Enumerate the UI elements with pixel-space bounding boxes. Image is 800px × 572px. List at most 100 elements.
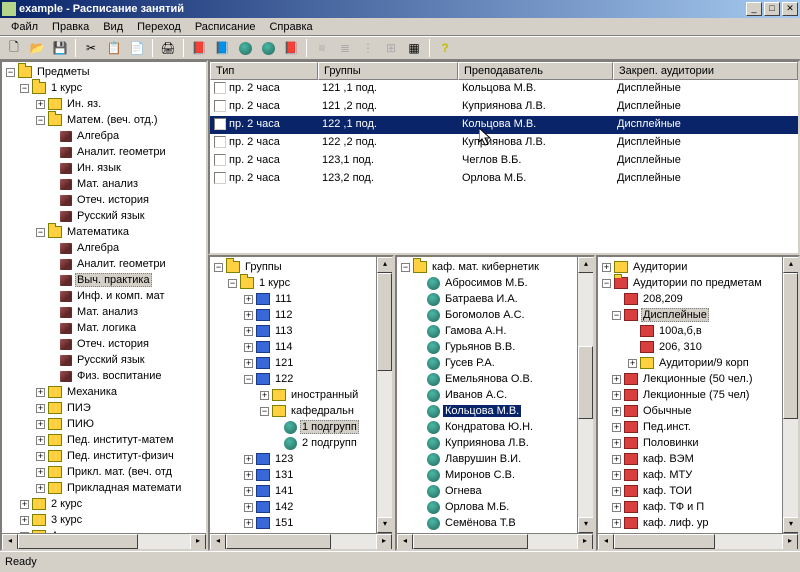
tree-item[interactable]: Механика <box>65 386 119 398</box>
tree-item[interactable]: Огнева <box>399 483 575 499</box>
head1-icon[interactable] <box>235 38 255 58</box>
tree-item[interactable]: Аудитории/9 корп <box>657 357 751 369</box>
checkbox-icon[interactable] <box>214 154 226 166</box>
help-button[interactable]: ? <box>435 38 455 58</box>
tree-item-label[interactable]: каф. ТОИ <box>641 485 694 497</box>
scroll-left[interactable]: ◂ <box>2 534 18 550</box>
tree-item[interactable]: 206, 310 <box>657 341 704 353</box>
tree-item[interactable]: Богомолов А.С. <box>399 307 575 323</box>
checkbox-icon[interactable] <box>214 136 226 148</box>
tree-item[interactable]: Алгебра <box>75 242 121 254</box>
tree-item[interactable]: Русский язык <box>75 354 147 366</box>
checkbox-icon[interactable] <box>214 118 226 130</box>
tree-item-label[interactable]: Лекционные (75 чел) <box>641 389 751 401</box>
tree-item[interactable]: Аудитории по предметам <box>631 277 764 289</box>
tree-item[interactable]: Мат. анализ <box>75 306 140 318</box>
teachers-tree[interactable]: −каф. мат. кибернетик Абросимов М.Б.Батр… <box>397 257 577 533</box>
menu-edit[interactable]: Правка <box>45 19 96 35</box>
checkbox-icon[interactable] <box>214 82 226 94</box>
tree-item-selected[interactable]: 1 подгрупп <box>300 420 359 434</box>
tree-item[interactable]: Иванов А.С. <box>399 387 575 403</box>
table-row[interactable]: пр. 2 часа122 ,1 под.Кольцова М.В.Диспле… <box>210 116 798 134</box>
menu-schedule[interactable]: Расписание <box>188 19 263 35</box>
tree-item-label[interactable]: Лаврушин В.И. <box>443 453 523 465</box>
tree-item[interactable]: Ин. яз. <box>65 98 103 110</box>
col-rooms[interactable]: Закреп. аудитории <box>613 62 798 80</box>
tree-item[interactable]: Гурьянов В.В. <box>399 339 575 355</box>
menu-file[interactable]: Файл <box>4 19 45 35</box>
tree-item[interactable]: Прикладная математи <box>65 482 183 494</box>
tree-item-label[interactable]: Гамова А.Н. <box>443 325 508 337</box>
col-teacher[interactable]: Преподаватель <box>458 62 613 80</box>
groups-tree[interactable]: −Группы −1 курс +111 +112 +113 +114 +121… <box>210 257 376 533</box>
tree-item[interactable]: Кондратова Ю.Н. <box>399 419 575 435</box>
scrollbar-h[interactable]: ◂▸ <box>397 533 593 549</box>
tree-item[interactable]: 114 <box>273 341 295 353</box>
tree-item[interactable]: Миронов С.В. <box>399 467 575 483</box>
menu-help[interactable]: Справка <box>262 19 319 35</box>
tree-item[interactable]: Емельянова О.В. <box>399 371 575 387</box>
tree-item[interactable]: Орлова М.Б. <box>399 499 575 515</box>
tool-a[interactable]: ≡ <box>312 38 332 58</box>
scroll-right[interactable]: ▸ <box>190 534 206 550</box>
tree-item[interactable]: 208,209 <box>641 293 685 305</box>
scrollbar-h[interactable]: ◂▸ <box>598 533 798 549</box>
tree-item[interactable]: 111 <box>273 293 294 305</box>
tree-item[interactable]: Семёнова Т.В <box>399 515 575 531</box>
tree-item[interactable]: Матем. (веч. отд.) <box>65 114 160 126</box>
tree-item[interactable]: 131 <box>273 469 295 481</box>
tree-item[interactable]: Батраева И.А. <box>399 291 575 307</box>
tree-item[interactable]: Куприянова Л.В. <box>399 435 575 451</box>
tree-item[interactable]: Гамова А.Н. <box>399 323 575 339</box>
tree-item-label[interactable]: Обычные <box>641 405 694 417</box>
tree-item[interactable]: +Обычные <box>600 403 780 419</box>
head2-icon[interactable] <box>258 38 278 58</box>
tool-b[interactable]: ≣ <box>335 38 355 58</box>
tree-root-subjects[interactable]: Предметы <box>35 66 92 78</box>
tree-item[interactable]: Мат. логика <box>75 322 138 334</box>
tree-item[interactable]: +Половинки <box>600 435 780 451</box>
tree-item[interactable]: Математика <box>65 226 131 238</box>
scrollbar-v[interactable]: ▴▾ <box>782 257 798 533</box>
table-row[interactable]: пр. 2 часа121 ,2 под.Куприянова Л.В.Дисп… <box>210 98 798 116</box>
tree-item-label[interactable]: каф. лиф. ур <box>641 517 711 529</box>
tree-item[interactable]: Ин. язык <box>75 162 123 174</box>
menu-goto[interactable]: Переход <box>130 19 188 35</box>
copy-button[interactable]: 📋 <box>104 38 124 58</box>
tree-item[interactable]: Прикл. мат. (веч. отд <box>65 466 174 478</box>
tree-item[interactable]: Абросимов М.Б. <box>399 275 575 291</box>
tree-item[interactable]: Лаврушин В.И. <box>399 451 575 467</box>
tree-item[interactable]: Аналит. геометри <box>75 146 168 158</box>
book3-button[interactable]: 📕 <box>281 38 301 58</box>
tree-item[interactable]: 141 <box>273 485 295 497</box>
rooms-tree[interactable]: +Аудитории −Аудитории по предметам 208,2… <box>598 257 782 533</box>
tree-item[interactable]: Пед. институт-матем <box>65 434 176 446</box>
tree-item[interactable]: Инф. и комп. мат <box>75 290 167 302</box>
tree-item-label[interactable]: Емельянова О.В. <box>443 373 535 385</box>
tree-item-label[interactable]: Миронов С.В. <box>443 469 517 481</box>
open-button[interactable]: 📂 <box>27 38 47 58</box>
table-row[interactable]: пр. 2 часа122 ,2 под.Куприянова Л.В.Дисп… <box>210 134 798 152</box>
scrollbar-v[interactable]: ▴▾ <box>376 257 392 533</box>
col-groups[interactable]: Группы <box>318 62 458 80</box>
tree-item-label[interactable]: Гусев Р.А. <box>443 357 497 369</box>
tree-item[interactable]: +каф. ТФ и П <box>600 499 780 515</box>
tool-d[interactable]: ⊞ <box>381 38 401 58</box>
tree-item[interactable]: иностранный <box>289 389 360 401</box>
tree-item-label[interactable]: каф. ВЭМ <box>641 453 696 465</box>
tree-item[interactable]: Пед. институт-физич <box>65 450 176 462</box>
tree-item-label[interactable]: Пед.инст. <box>641 421 693 433</box>
tool-c[interactable]: ⋮ <box>358 38 378 58</box>
tree-item-label[interactable]: каф. ТФ и П <box>641 501 706 513</box>
tree-item-selected[interactable]: Выч. практика <box>75 273 152 287</box>
checkbox-icon[interactable] <box>214 172 226 184</box>
tree-item[interactable]: Алгебра <box>75 130 121 142</box>
tree-item[interactable]: 113 <box>273 325 295 337</box>
tree-item[interactable]: +каф. ВЭМ <box>600 451 780 467</box>
tree-item-label[interactable]: Кондратова Ю.Н. <box>443 421 535 433</box>
save-button[interactable]: 💾 <box>50 38 70 58</box>
tree-item[interactable]: 1 курс <box>49 82 84 94</box>
tree-item-label[interactable]: Кольцова М.В. <box>443 405 521 417</box>
scrollbar-v[interactable]: ▴▾ <box>577 257 593 533</box>
new-button[interactable]: 🗋 <box>4 38 24 58</box>
